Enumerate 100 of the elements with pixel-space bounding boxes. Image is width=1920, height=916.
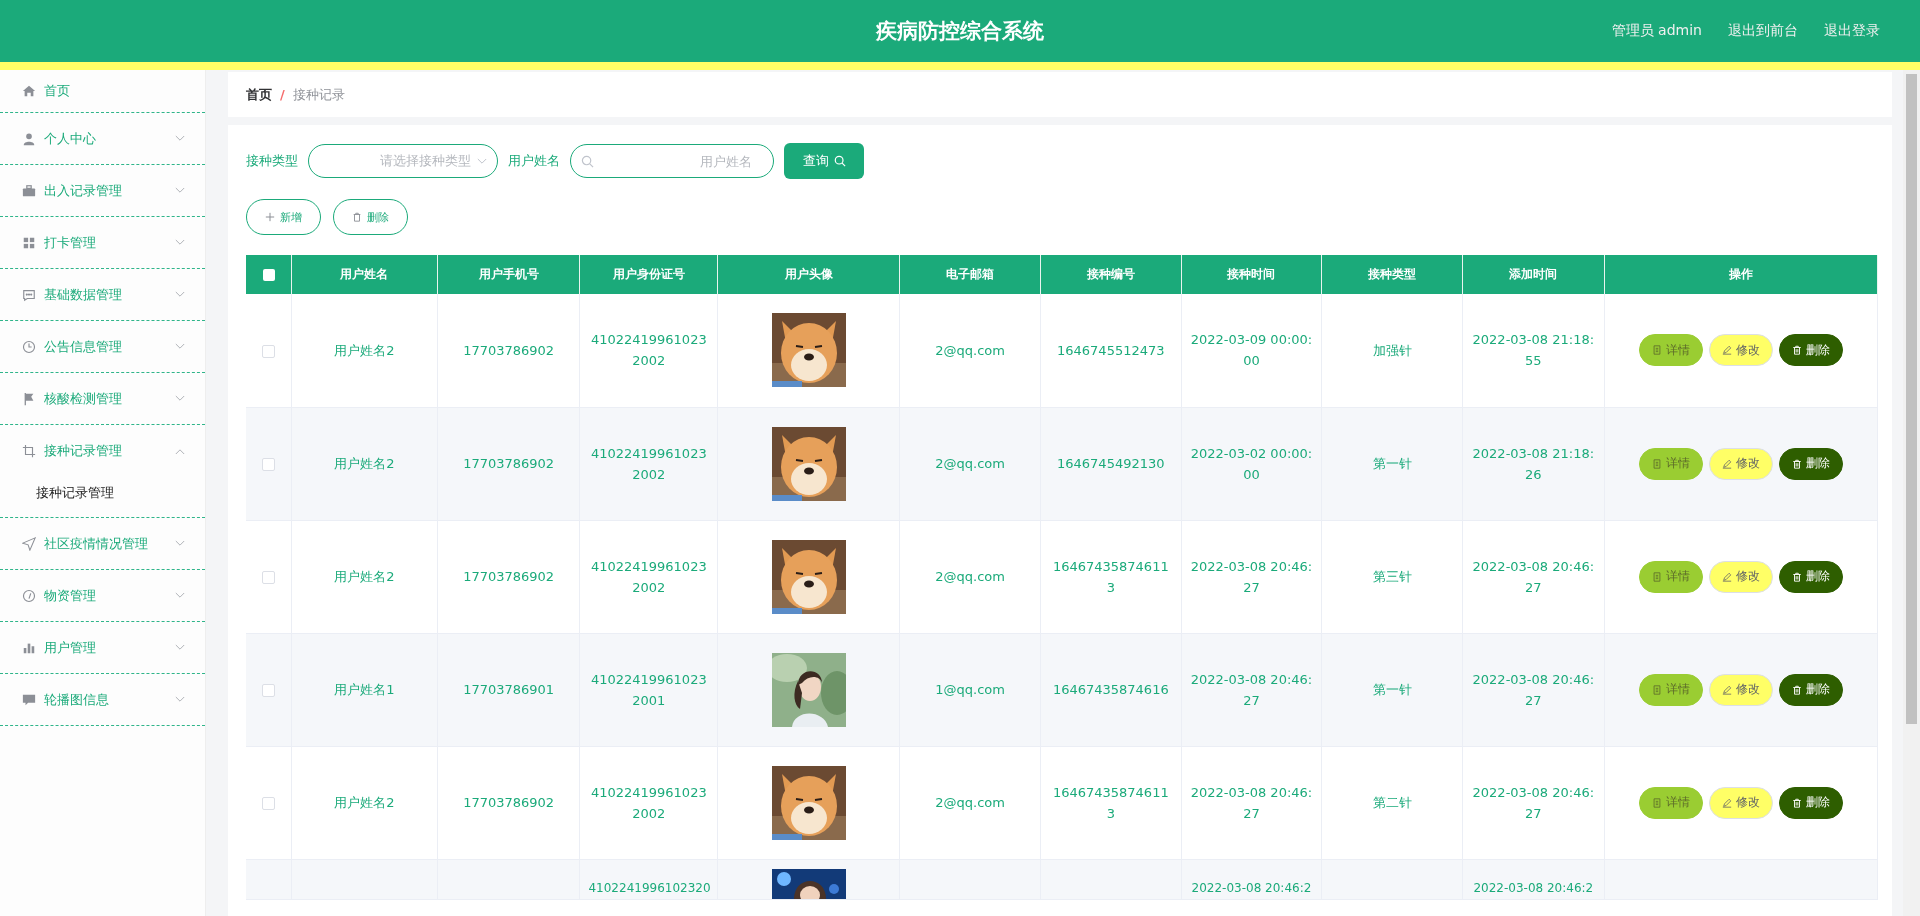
table-cell: 2022-03-08 20:46:27 [1472,671,1595,708]
column-header: 用户姓名 [291,255,438,294]
scrollbar[interactable] [1903,70,1920,916]
table-cell: 2022-03-08 20:46:27 [1472,558,1595,595]
row-checkbox[interactable] [262,797,275,810]
table-cell: 1646745492130 [1057,456,1165,471]
edit-button[interactable]: 修改 [1708,560,1773,593]
table-cell: 用户姓名2 [334,795,395,810]
chevron-icon [477,157,487,165]
row-checkbox[interactable] [262,571,275,584]
delete-button[interactable]: 删除 [1778,786,1843,819]
detail-button[interactable]: 详情 [1638,786,1703,819]
pencil-icon [1721,458,1732,469]
detail-button[interactable]: 详情 [1638,447,1703,480]
delete-button[interactable]: 删除 [1778,447,1843,480]
column-header: 电子邮箱 [899,255,1041,294]
table-cell: 2@qq.com [935,342,1005,358]
sidebar-item[interactable]: 社区疫情情况管理 [0,518,205,570]
name-input[interactable]: 用户姓名 [600,152,754,170]
table-cell: 164674358746113 [1052,558,1169,595]
table-cell: 2@qq.com [935,795,1005,810]
trash-icon [1791,797,1802,808]
detail-button[interactable]: 详情 [1638,673,1703,706]
delete-button[interactable]: 删除 [1778,334,1843,367]
table-cell: 第一针 [1372,682,1412,697]
table-cell: 2022-03-09 00:00:00 [1190,332,1313,369]
document-icon [1651,571,1662,582]
delete-button[interactable]: 删除 [1778,673,1843,706]
trash-icon [1791,345,1802,356]
table-cell: 用户姓名2 [334,569,395,584]
table-cell: 2022-03-08 21:18:55 [1472,332,1595,369]
table-cell: 2022-03-08 21:18:26 [1472,445,1595,482]
sidebar-item[interactable]: 个人中心 [0,113,205,165]
sidebar-item[interactable]: 用户管理 [0,622,205,674]
table-cell: 2@qq.com [935,456,1005,471]
sidebar-item[interactable]: 首页 [0,70,205,113]
document-icon [1651,345,1662,356]
crop-icon [22,444,36,458]
sidebar-item[interactable]: 出入记录管理 [0,165,205,217]
document-icon [1651,797,1662,808]
search-button[interactable]: 查询 [784,143,864,179]
breadcrumb-link[interactable]: 首页 [246,85,272,104]
table-cell: 410224199610232002 [590,332,707,369]
table-cell: 用户姓名2 [334,456,395,471]
sidebar-item[interactable]: 核酸检测管理 [0,373,205,425]
header-link[interactable]: 退出到前台 [1728,22,1798,40]
table-cell: 加强针 [1372,342,1412,358]
plus-icon [265,212,275,222]
header-link[interactable]: 退出登录 [1824,22,1880,40]
table-cell: 17703786902 [463,456,555,471]
pencil-icon [1721,571,1732,582]
row-checkbox[interactable] [262,684,275,697]
table-cell: 410224199610232002 [590,784,707,821]
column-header: 操作 [1604,255,1878,294]
table-cell: 410224199610232002 [590,445,707,482]
pencil-icon [1721,345,1732,356]
chat-icon [22,287,36,302]
header-link[interactable]: 管理员 admin [1611,22,1702,40]
sidebar-item[interactable]: 基础数据管理 [0,269,205,321]
field-label: 用户姓名 [508,152,560,170]
case-icon [22,183,36,198]
table-cell: 164674358746113 [1052,784,1169,821]
edit-button[interactable]: 修改 [1708,786,1773,819]
pencil-icon [1721,684,1732,695]
trash-icon [1791,571,1802,582]
submenu-item[interactable]: 接种记录管理 [0,469,205,518]
column-header: 接种类型 [1321,255,1463,294]
trash-icon [1791,684,1802,695]
home-icon [22,84,36,98]
column-header: 用户手机号 [437,255,580,294]
edit-button[interactable]: 修改 [1708,673,1773,706]
detail-button[interactable]: 详情 [1638,334,1703,367]
sidebar-item[interactable]: 公告信息管理 [0,321,205,373]
column-header: 接种时间 [1181,255,1322,294]
user-icon [22,131,36,146]
table-cell: 2022-03-08 20:46:2 [1473,880,1594,895]
edit-button[interactable]: 修改 [1708,334,1773,367]
sidebar-item[interactable]: 打卡管理 [0,217,205,269]
add-button[interactable]: 新增 [246,199,321,235]
delete-button[interactable]: 删除 [1778,560,1843,593]
select-all-checkbox[interactable] [262,269,275,281]
table-cell: 410224199610232001 [590,671,707,708]
table-cell: 1646745512473 [1057,342,1165,358]
table-cell: 17703786902 [463,342,555,358]
flag-icon [22,391,36,406]
column-header: 用户头像 [717,255,900,294]
breadcrumb-current: 接种记录 [292,85,345,104]
table-cell: 第二针 [1372,795,1412,810]
row-checkbox[interactable] [262,344,275,358]
sidebar-item[interactable]: 物资管理 [0,570,205,622]
delete-button[interactable]: 删除 [333,199,408,235]
edit-button[interactable]: 修改 [1708,447,1773,480]
document-icon [1651,684,1662,695]
table-cell: 第一针 [1372,456,1412,471]
clock-icon [22,339,36,354]
search-icon [581,154,594,168]
search-icon [833,155,846,167]
row-checkbox[interactable] [262,458,275,471]
detail-button[interactable]: 详情 [1638,560,1703,593]
sidebar-item[interactable]: 轮播图信息 [0,674,205,726]
